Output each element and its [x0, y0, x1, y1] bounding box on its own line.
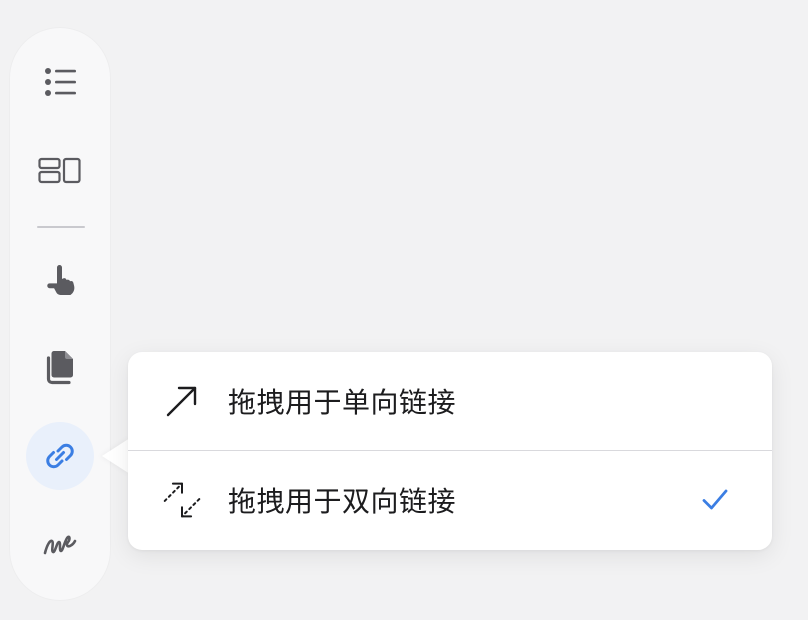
list-icon	[45, 68, 76, 96]
pointer-tool-button[interactable]	[26, 247, 94, 315]
link-icon	[46, 443, 74, 469]
menu-item-two-way-link[interactable]: 拖拽用于双向链接	[128, 451, 772, 549]
bidirectional-arrow-icon	[162, 480, 202, 520]
documents-icon	[46, 351, 73, 385]
checkmark-icon	[702, 489, 728, 510]
toolbar-divider	[37, 226, 85, 228]
link-mode-popover: 拖拽用于单向链接 拖拽用于双向链接	[128, 352, 772, 550]
copy-tool-button[interactable]	[26, 334, 94, 402]
menu-item-one-way-link[interactable]: 拖拽用于单向链接	[128, 352, 772, 450]
popover-arrow	[102, 438, 130, 474]
menu-item-label: 拖拽用于单向链接	[228, 386, 457, 419]
arrow-up-right-icon	[162, 381, 202, 421]
list-tool-button[interactable]	[26, 48, 94, 116]
hand-pointer-icon	[47, 265, 75, 295]
layout-icon	[38, 157, 81, 184]
link-tool-button[interactable]	[26, 422, 94, 490]
draw-tool-button[interactable]	[26, 508, 94, 576]
scribble-icon	[43, 535, 77, 555]
menu-item-label: 拖拽用于双向链接	[228, 485, 457, 518]
layout-tool-button[interactable]	[26, 137, 94, 205]
side-toolbar	[10, 28, 110, 600]
